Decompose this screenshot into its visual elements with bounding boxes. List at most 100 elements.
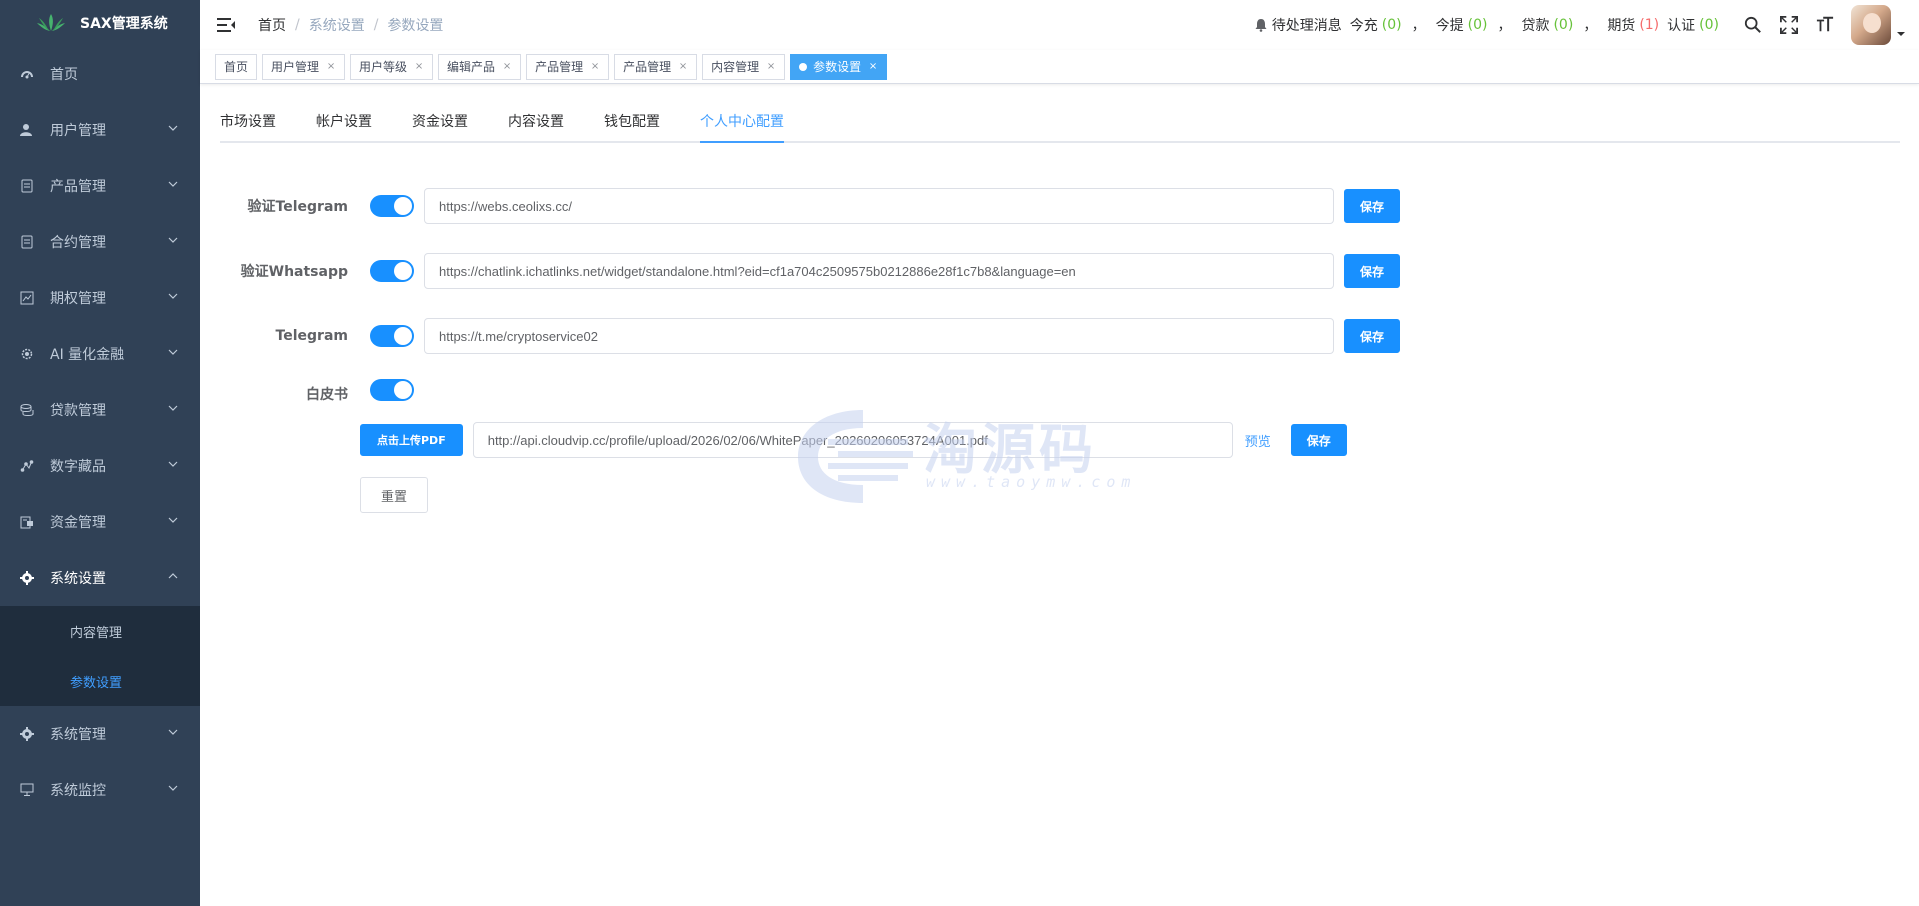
save-button[interactable]: 保存 xyxy=(1344,319,1400,353)
tag-label: 用户管理 xyxy=(271,59,320,74)
logo[interactable]: SAX管理系统 xyxy=(0,0,200,46)
save-button[interactable]: 保存 xyxy=(1344,254,1400,288)
notice-title: 待处理消息 xyxy=(1271,18,1342,34)
form-label: Telegram xyxy=(275,328,348,344)
notice-label-kyc: 认证 xyxy=(1667,18,1696,34)
pending-messages[interactable]: 待处理消息 今充 (0) ， 今提 (0) ， 贷款 (0) ， 期货 (1) … xyxy=(1254,15,1719,35)
tag-item[interactable]: 产品管理 × xyxy=(526,53,610,80)
telegram-toggle[interactable] xyxy=(370,325,414,347)
notice-label-deposit: 今充 xyxy=(1349,18,1378,34)
reset-button[interactable]: 重置 xyxy=(360,477,429,513)
tag-item[interactable]: 用户等级 × xyxy=(350,53,434,80)
collection-icon xyxy=(20,459,34,473)
sidebar-item-loans[interactable]: 贷款管理 xyxy=(0,382,200,438)
notice-separator: ， xyxy=(1583,18,1598,34)
upload-pdf-button[interactable]: 点击上传PDF xyxy=(360,424,463,456)
notice-count-kyc[interactable]: (0) xyxy=(1699,17,1719,33)
tag-item[interactable]: 编辑产品 × xyxy=(438,53,522,80)
chart-icon xyxy=(20,291,34,305)
sidebar-subitem-label: 内容管理 xyxy=(70,625,123,641)
save-button[interactable]: 保存 xyxy=(1344,189,1400,223)
save-button[interactable]: 保存 xyxy=(1290,424,1347,456)
breadcrumb-separator: / xyxy=(295,17,300,33)
chevron-down-icon xyxy=(168,517,178,523)
sidebar-item-ai-quant[interactable]: AI 量化金融 xyxy=(0,326,200,382)
sidebar-item-system-settings[interactable]: 系统设置 xyxy=(0,550,200,606)
sidebar-item-users[interactable]: 用户管理 xyxy=(0,102,200,158)
breadcrumb-separator: / xyxy=(373,17,379,33)
tag-item[interactable]: 内容管理 × xyxy=(702,53,786,80)
chevron-down-icon xyxy=(168,293,178,299)
notice-label-futures: 期货 xyxy=(1607,18,1636,34)
sidebar-item-system-management[interactable]: 系统管理 xyxy=(0,706,200,762)
close-icon[interactable]: × xyxy=(326,55,336,79)
chevron-up-icon xyxy=(168,573,178,579)
close-icon[interactable]: × xyxy=(414,55,424,79)
search-button[interactable] xyxy=(1743,15,1763,35)
tab-wallet-config[interactable]: 钱包配置 xyxy=(604,111,660,141)
breadcrumb: 首页 / 系统设置 / 参数设置 xyxy=(258,15,443,35)
active-dot-icon xyxy=(799,62,808,71)
chevron-down-icon xyxy=(168,125,178,131)
sidebar-item-options[interactable]: 期权管理 xyxy=(0,270,200,326)
sidebar-item-home[interactable]: 首页 xyxy=(0,46,200,102)
tab-personal-center-config[interactable]: 个人中心配置 xyxy=(700,111,784,143)
chevron-down-icon xyxy=(168,461,178,467)
breadcrumb-home[interactable]: 首页 xyxy=(258,15,286,35)
notice-count-deposit[interactable]: (0) xyxy=(1382,17,1402,33)
whitepaper-toggle[interactable] xyxy=(370,379,414,401)
verify-whatsapp-input[interactable] xyxy=(424,253,1334,289)
tab-market-settings[interactable]: 市场设置 xyxy=(220,111,276,141)
telegram-input[interactable] xyxy=(424,318,1334,354)
notice-label-loan: 贷款 xyxy=(1521,18,1550,34)
close-icon[interactable]: × xyxy=(868,55,878,79)
font-size-icon xyxy=(1816,16,1834,32)
close-icon[interactable]: × xyxy=(678,55,688,79)
settings-icon xyxy=(20,727,34,741)
tab-funds-settings[interactable]: 资金设置 xyxy=(412,111,468,141)
tab-content-settings[interactable]: 内容设置 xyxy=(508,111,564,141)
user-menu[interactable] xyxy=(1851,5,1905,45)
sidebar-item-collectibles[interactable]: 数字藏品 xyxy=(0,438,200,494)
logo-icon xyxy=(37,14,65,31)
sidebar-item-label: 系统管理 xyxy=(50,727,106,743)
sidebar-subitem-content[interactable]: 内容管理 xyxy=(0,606,200,656)
whitepaper-url-input[interactable] xyxy=(472,422,1233,458)
verify-whatsapp-toggle[interactable] xyxy=(370,260,414,282)
chevron-down-icon xyxy=(168,237,178,243)
preview-link[interactable]: 预览 xyxy=(1245,431,1271,450)
caret-down-icon xyxy=(1897,32,1905,36)
notice-count-futures[interactable]: (1) xyxy=(1639,17,1659,33)
close-icon[interactable]: × xyxy=(766,55,776,79)
sidebar-subitem-params[interactable]: 参数设置 xyxy=(0,656,200,706)
tag-item-active[interactable]: 参数设置 × xyxy=(790,53,888,80)
chevron-down-icon xyxy=(168,405,178,411)
sidebar-item-label: 资金管理 xyxy=(50,515,106,531)
tag-item[interactable]: 首页 xyxy=(215,53,258,80)
notice-separator: ， xyxy=(1497,18,1512,34)
tag-label: 产品管理 xyxy=(623,59,672,74)
close-icon[interactable]: × xyxy=(590,55,600,79)
font-size-button[interactable] xyxy=(1815,15,1835,35)
chevron-down-icon xyxy=(168,729,178,735)
tags-view: 首页 用户管理 × 用户等级 × 编辑产品 × 产品管理 × 产品管理 × 内容… xyxy=(200,50,1919,84)
chevron-down-icon xyxy=(168,181,178,187)
monitor-icon xyxy=(20,783,34,797)
sidebar-item-label: 系统设置 xyxy=(50,571,106,587)
sidebar-item-contracts[interactable]: 合约管理 xyxy=(0,214,200,270)
tag-item[interactable]: 产品管理 × xyxy=(614,53,698,80)
tab-account-settings[interactable]: 帐户设置 xyxy=(316,111,372,141)
sidebar-item-products[interactable]: 产品管理 xyxy=(0,158,200,214)
sidebar-item-system-monitor[interactable]: 系统监控 xyxy=(0,762,200,818)
sidebar-item-funds[interactable]: 资金管理 xyxy=(0,494,200,550)
fullscreen-button[interactable] xyxy=(1779,15,1799,35)
tag-item[interactable]: 用户管理 × xyxy=(262,53,346,80)
hamburger-icon[interactable] xyxy=(216,15,236,35)
close-icon[interactable]: × xyxy=(502,55,512,79)
verify-telegram-input[interactable] xyxy=(424,188,1334,224)
notice-count-loan[interactable]: (0) xyxy=(1553,17,1573,33)
notice-count-withdraw[interactable]: (0) xyxy=(1468,17,1488,33)
sidebar-item-label: 合约管理 xyxy=(50,235,106,251)
verify-telegram-toggle[interactable] xyxy=(370,195,414,217)
tag-label: 产品管理 xyxy=(535,59,584,74)
